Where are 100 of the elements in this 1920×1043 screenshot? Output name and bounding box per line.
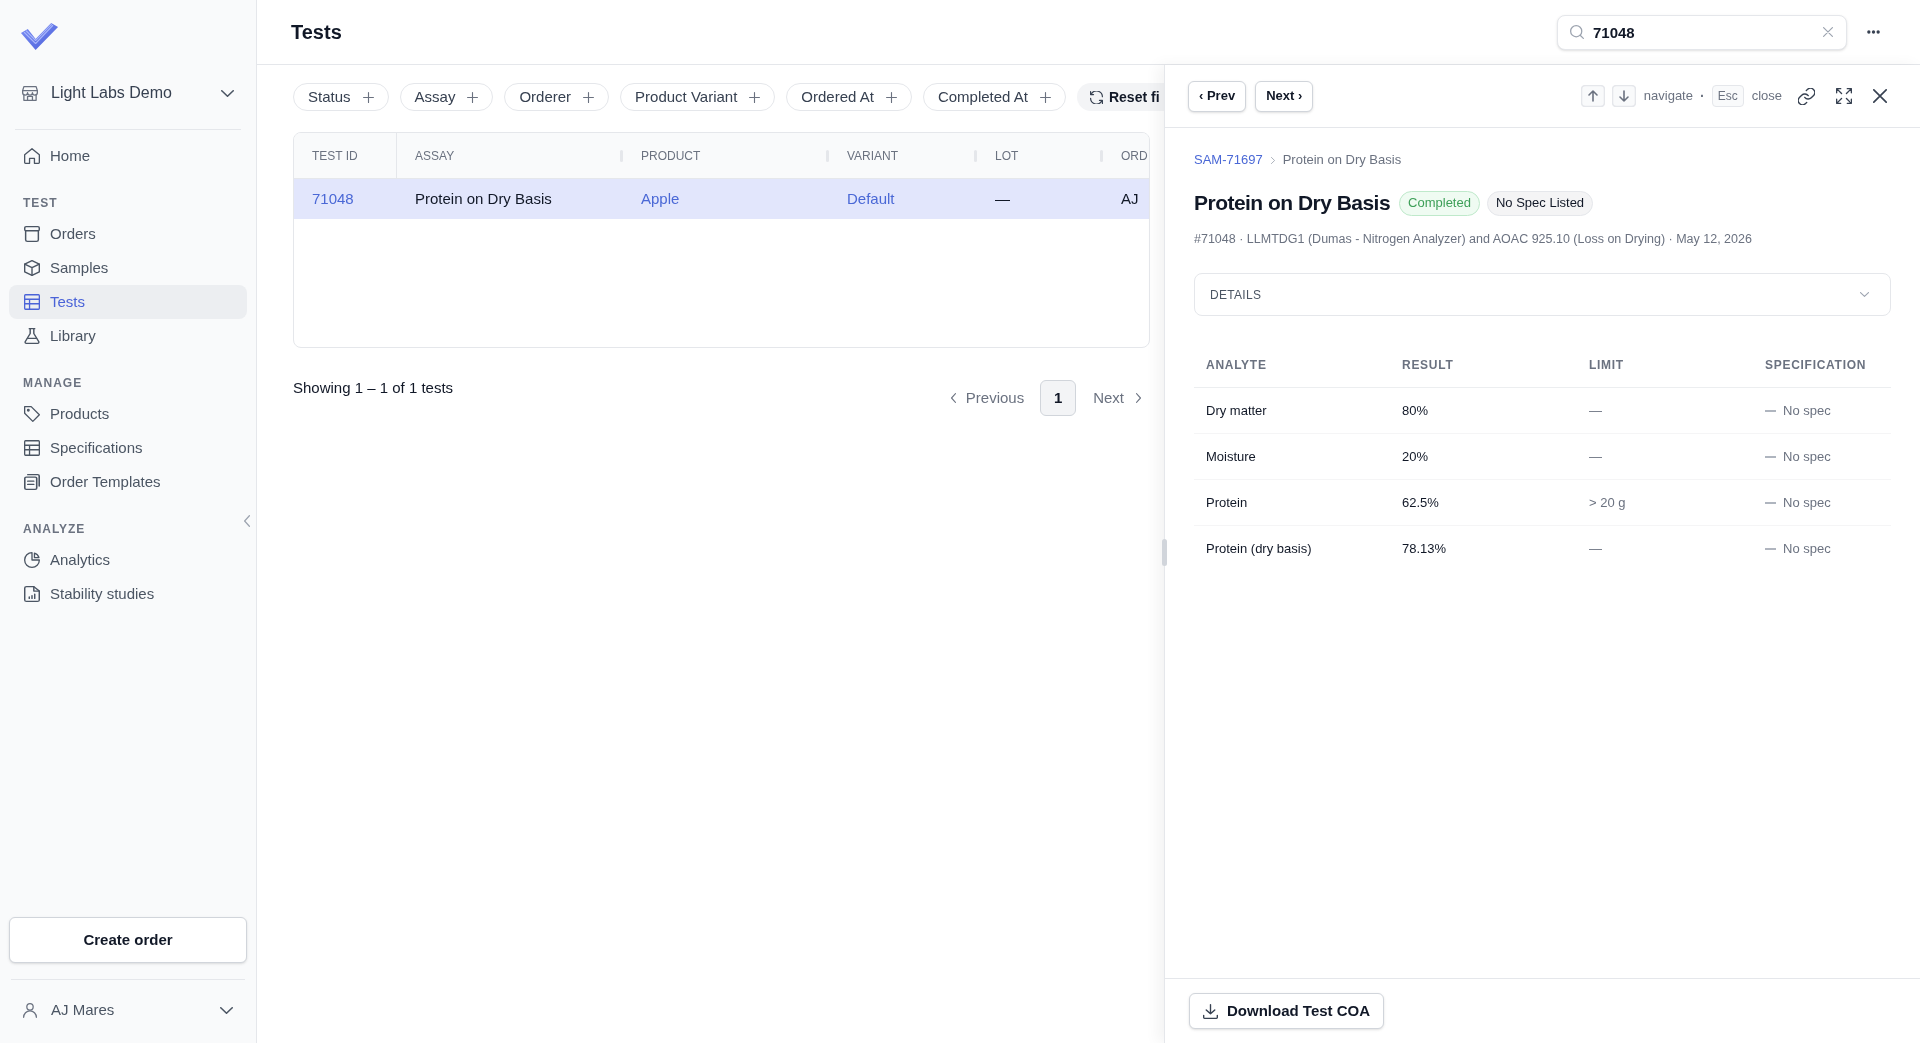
table-cell-text: 78.13% — [1402, 540, 1447, 559]
separator-dot: · — [1699, 86, 1705, 106]
nav-item[interactable]: Analytics — [9, 543, 247, 577]
plus-icon — [467, 91, 479, 103]
pie-chart-icon — [24, 552, 40, 568]
column-header: ANALYTE — [1206, 356, 1267, 374]
user-menu[interactable]: AJ Mares — [9, 993, 247, 1027]
table-cell-text: — — [1589, 447, 1602, 466]
results-summary: Showing 1 – 1 of 1 tests — [293, 378, 454, 398]
column-header: PRODUCT — [641, 147, 701, 165]
link-icon[interactable] — [1798, 87, 1815, 105]
table-link[interactable]: 71048 — [312, 187, 354, 211]
table-cell-text: — — [995, 188, 1010, 209]
table-cell-text: > 20 g — [1589, 493, 1626, 512]
chevron-down-icon — [221, 89, 234, 97]
nav-item[interactable]: Samples — [9, 251, 247, 285]
table-cell-text: 80% — [1402, 401, 1429, 420]
check-logo[interactable] — [20, 22, 59, 52]
download-button[interactable]: Download Test COA — [1189, 993, 1385, 1029]
chevron-right-icon — [1136, 393, 1141, 403]
dash-icon — [1765, 409, 1776, 412]
status-badge: Completed — [1399, 190, 1480, 216]
prev-button[interactable]: ‹ Prev — [1188, 80, 1247, 112]
nav-item[interactable]: Products — [9, 397, 247, 431]
create-order-button[interactable]: Create order — [9, 917, 247, 963]
table-cell-text: No spec — [1783, 540, 1831, 559]
plus-icon — [749, 91, 761, 103]
column-header: TEST ID — [312, 147, 358, 165]
documents-icon — [24, 474, 40, 490]
plus-icon — [583, 91, 595, 103]
filter-chip[interactable]: Completed At — [922, 83, 1066, 111]
detail-title: Protein on Dry Basis — [1194, 190, 1391, 217]
plus-icon — [885, 91, 897, 103]
nav-item[interactable]: Order Templates — [9, 465, 247, 499]
table-cell-text: Dry matter — [1206, 401, 1267, 420]
next-button[interactable]: Next › — [1255, 80, 1314, 112]
table-cell-text: Protein on Dry Basis — [415, 188, 552, 209]
table-cell-text: No spec — [1783, 493, 1831, 512]
org-switcher[interactable]: Light Labs Demo — [9, 72, 247, 114]
plus-icon — [1039, 91, 1051, 103]
filter-chip[interactable]: Status — [293, 83, 389, 111]
esc-key: Esc — [1711, 85, 1744, 107]
column-header: RESULT — [1402, 356, 1454, 374]
table-cell-text: Protein — [1206, 493, 1248, 512]
store-icon — [22, 85, 38, 101]
filter-chip[interactable]: Assay — [399, 83, 494, 111]
refresh-icon — [1089, 90, 1103, 104]
chevron-left-icon — [950, 393, 956, 403]
user-icon — [23, 1002, 37, 1018]
column-header: SPECIFICATION — [1765, 356, 1867, 374]
table-cell-text: — — [1589, 540, 1602, 559]
more-icon[interactable] — [1867, 30, 1880, 34]
nav-item[interactable]: Orders — [9, 217, 247, 251]
nav-item[interactable]: Specifications — [9, 431, 247, 465]
table-cell-text: AJ — [1121, 188, 1139, 209]
down-arrow-key-icon — [1611, 85, 1636, 107]
table-icon — [24, 440, 40, 456]
plus-icon — [362, 91, 374, 103]
filter-chip[interactable]: Orderer — [504, 83, 610, 111]
filter-chip[interactable]: Product Variant — [620, 83, 776, 111]
column-header: LIMIT — [1589, 356, 1624, 374]
chevron-down-icon — [220, 1006, 233, 1014]
details-toggle[interactable]: DETAILS — [1194, 273, 1891, 316]
chevron-right-icon — [1270, 156, 1275, 164]
table-cell-text: Protein (dry basis) — [1206, 540, 1312, 559]
home-icon — [24, 148, 40, 164]
column-header: ORD — [1121, 147, 1148, 165]
flask-icon — [24, 328, 40, 344]
search-field[interactable]: 71048 — [1557, 14, 1847, 50]
breadcrumb-current: Protein on Dry Basis — [1282, 151, 1402, 170]
tag-icon — [24, 406, 40, 422]
dash-icon — [1765, 548, 1776, 550]
nav-item[interactable]: Library — [9, 319, 247, 353]
table-cell-text: — — [1589, 401, 1602, 420]
clear-icon[interactable] — [1823, 26, 1833, 37]
resize-handle[interactable] — [1162, 539, 1167, 566]
file-chart-icon — [24, 586, 40, 602]
nav-item[interactable]: Home — [9, 139, 247, 173]
table-row[interactable]: 71048 Protein on Dry Basis Apple Default — AJ — [294, 179, 1149, 219]
up-arrow-key-icon — [1580, 85, 1605, 107]
column-header: VARIANT — [847, 147, 899, 165]
dash-icon — [1765, 501, 1776, 504]
reset-filters-button[interactable]: Reset fi — [1076, 83, 1164, 111]
table-cell-text: Moisture — [1206, 447, 1256, 466]
table-link[interactable]: Apple — [641, 187, 680, 211]
page-button[interactable]: 1 — [1040, 380, 1077, 416]
chevron-left-icon[interactable] — [244, 515, 250, 527]
cube-icon — [24, 260, 40, 276]
page-title: Tests — [291, 20, 343, 45]
breadcrumb-link[interactable]: SAM-71697 — [1194, 150, 1263, 170]
filter-chip[interactable]: Ordered At — [786, 83, 912, 111]
table-cell-text: No spec — [1783, 447, 1831, 466]
nav-item[interactable]: Stability studies — [9, 577, 247, 611]
shortcut-label: navigate — [1643, 87, 1693, 106]
close-icon[interactable] — [1873, 89, 1887, 103]
jar-icon — [24, 226, 40, 242]
nav-item[interactable]: Tests — [9, 285, 247, 319]
expand-icon[interactable] — [1836, 88, 1852, 104]
table-link[interactable]: Default — [847, 187, 895, 211]
search-icon — [1570, 24, 1584, 39]
